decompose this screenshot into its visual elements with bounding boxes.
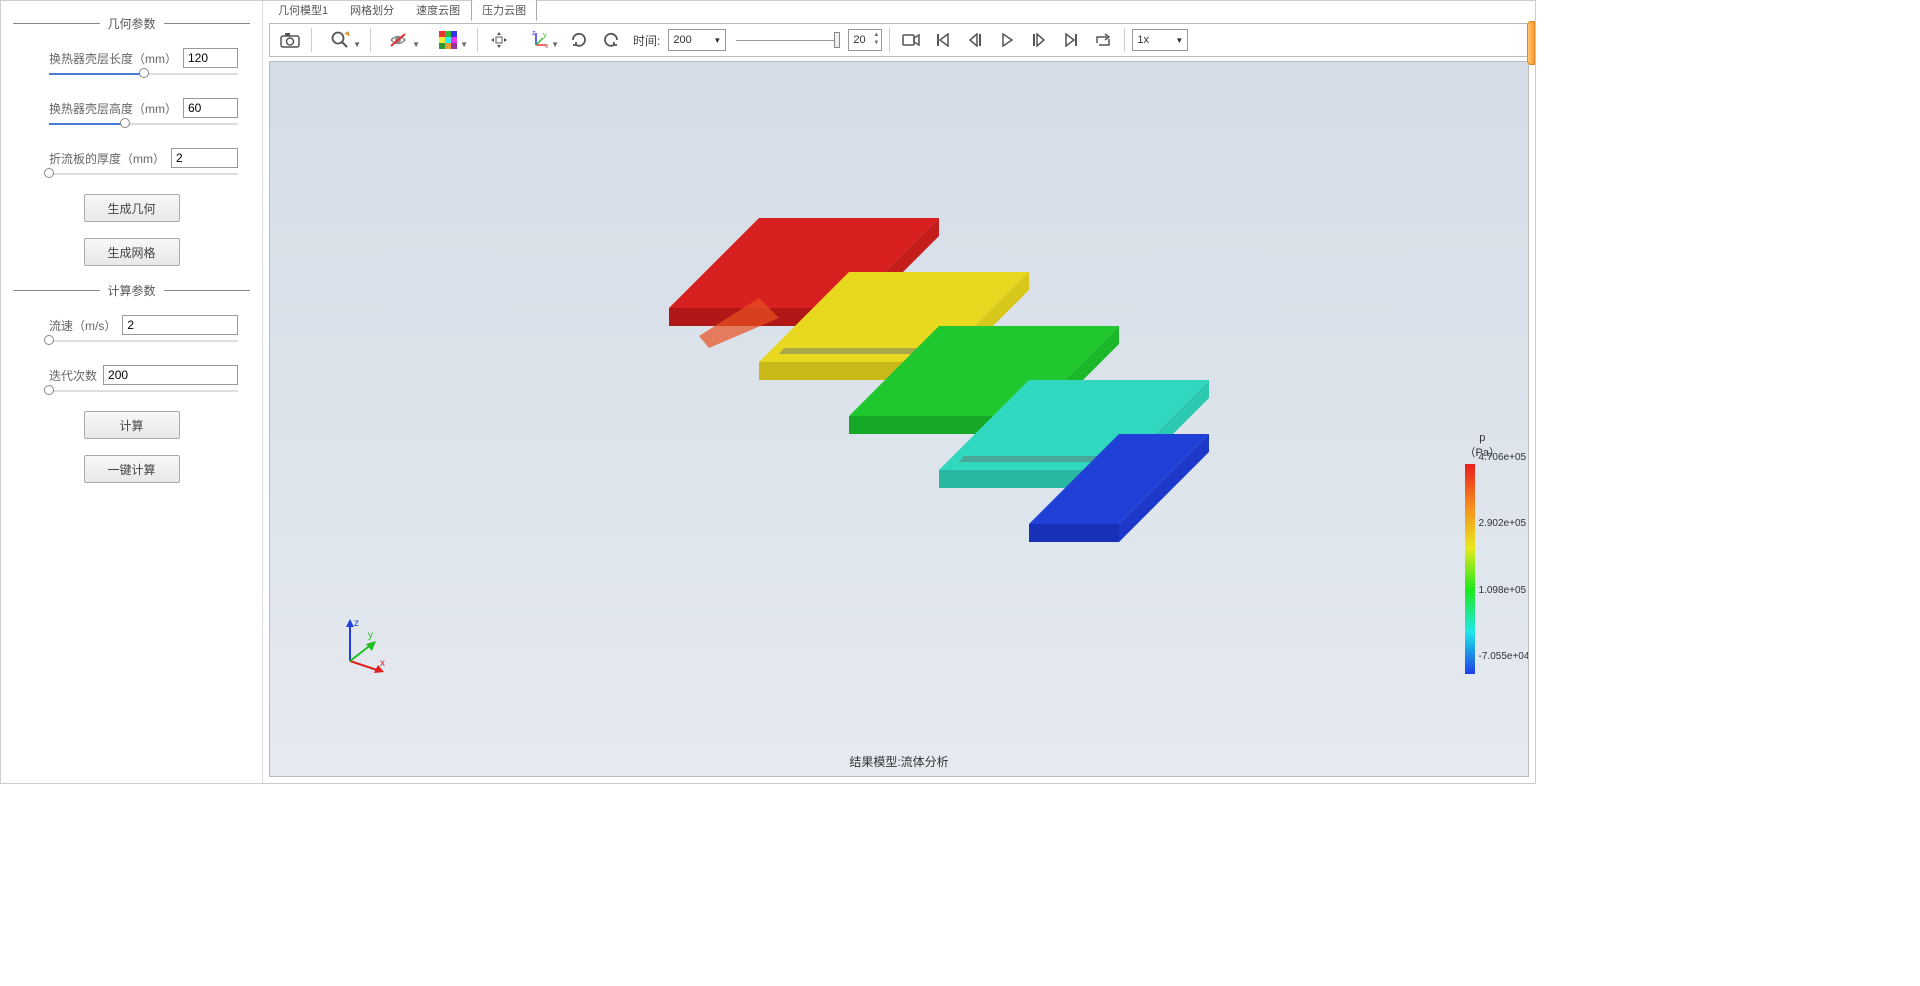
colorbar-label: 1.098e+05 (1479, 585, 1529, 596)
colormap-icon[interactable]: ▼ (426, 27, 470, 53)
zoom-icon[interactable]: ▼ (319, 27, 363, 53)
right-drawer-handle[interactable] (1527, 21, 1535, 65)
toolbar: ▼ ▼ ▼ zxy ▼ (269, 23, 1529, 57)
svg-text:z: z (354, 618, 359, 629)
colorbar-label: 2.902e+05 (1479, 518, 1529, 529)
pan-icon[interactable] (485, 27, 513, 53)
frame-input[interactable]: 20 ▲▼ (848, 29, 882, 51)
time-label: 时间: (633, 32, 660, 49)
last-frame-icon[interactable] (1057, 27, 1085, 53)
sidebar: 几何参数 换热器壳层长度（mm） 换热器壳层高度（mm） 折流板的厚度（mm） … (1, 1, 263, 783)
first-frame-icon[interactable] (929, 27, 957, 53)
play-icon[interactable] (993, 27, 1021, 53)
visibility-icon[interactable]: ▼ (378, 27, 422, 53)
iterations-label: 迭代次数 (49, 367, 97, 384)
next-frame-icon[interactable] (1025, 27, 1053, 53)
calc-params-header: 计算参数 (1, 282, 262, 299)
shell-height-label: 换热器壳层高度（mm） (49, 100, 177, 117)
rotate-ccw-icon[interactable] (597, 27, 625, 53)
iterations-input[interactable] (103, 365, 238, 385)
pressure-contour-model (589, 208, 1209, 588)
svg-text:x: x (380, 658, 385, 669)
axes-icon[interactable]: zxy ▼ (517, 27, 561, 53)
tab-geometry-model[interactable]: 几何模型1 (267, 0, 339, 21)
generate-geometry-button[interactable]: 生成几何 (84, 194, 180, 222)
tabs-bar: 几何模型1 网格划分 速度云图 压力云图 (263, 1, 1535, 21)
pressure-colorbar: p （Pa） 4.706e+05 2.902e+05 1.098e+05 -7.… (1465, 432, 1500, 674)
generate-mesh-button[interactable]: 生成网格 (84, 238, 180, 266)
velocity-input[interactable] (122, 315, 238, 335)
time-select[interactable]: 200▼ (668, 29, 726, 51)
main-area: 几何模型1 网格划分 速度云图 压力云图 ▼ ▼ (263, 1, 1535, 783)
rotate-cw-icon[interactable] (565, 27, 593, 53)
baffle-thickness-input[interactable] (171, 148, 238, 168)
colorbar-label: -7.055e+04 (1479, 651, 1529, 662)
viewport-3d[interactable]: z x y p （Pa） 4.706e+05 2.902e+ (269, 61, 1529, 777)
axis-triad-icon: z x y (330, 616, 390, 676)
calculate-button[interactable]: 计算 (84, 411, 180, 439)
svg-text:y: y (368, 630, 373, 641)
tab-pressure[interactable]: 压力云图 (471, 0, 537, 21)
baffle-thickness-label: 折流板的厚度（mm） (49, 150, 165, 167)
shell-length-label: 换热器壳层长度（mm） (49, 50, 177, 67)
svg-text:y: y (543, 32, 547, 39)
one-click-calculate-button[interactable]: 一键计算 (84, 455, 180, 483)
velocity-slider[interactable] (49, 337, 238, 343)
velocity-label: 流速（m/s） (49, 317, 116, 334)
geometry-params-header: 几何参数 (1, 15, 262, 32)
svg-text:x: x (545, 43, 548, 49)
iterations-slider[interactable] (49, 387, 238, 393)
tab-velocity[interactable]: 速度云图 (405, 0, 471, 21)
shell-length-input[interactable] (183, 48, 238, 68)
shell-height-input[interactable] (183, 98, 238, 118)
tab-mesh[interactable]: 网格划分 (339, 0, 405, 21)
svg-text:z: z (532, 31, 536, 37)
camera-icon[interactable] (276, 27, 304, 53)
shell-length-slider[interactable] (49, 70, 238, 76)
result-model-label: 结果模型:流体分析 (849, 753, 948, 770)
record-icon[interactable] (897, 27, 925, 53)
speed-select[interactable]: 1x▼ (1132, 29, 1188, 51)
shell-height-slider[interactable] (49, 120, 238, 126)
loop-icon[interactable] (1089, 27, 1117, 53)
baffle-thickness-slider[interactable] (49, 170, 238, 176)
colorbar-label: 4.706e+05 (1479, 452, 1529, 463)
prev-frame-icon[interactable] (961, 27, 989, 53)
time-slider[interactable] (736, 37, 838, 43)
